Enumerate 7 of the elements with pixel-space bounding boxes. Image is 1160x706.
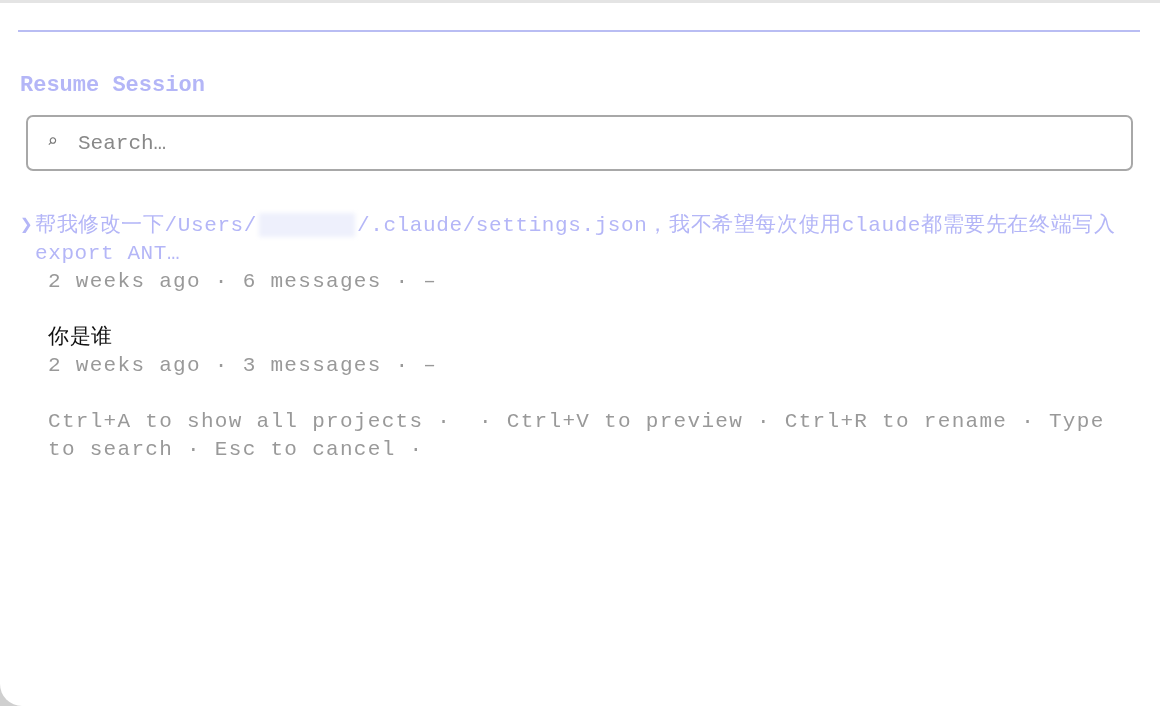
session-meta: 2 weeks ago · 3 messages · – bbox=[48, 353, 439, 379]
search-icon: ⌕ bbox=[47, 130, 58, 154]
session-meta: 2 weeks ago · 6 messages · – bbox=[48, 269, 439, 295]
panel-title: Resume Session bbox=[20, 72, 206, 100]
keyboard-hints: Ctrl+A to show all projects · · Ctrl+V to preview · Ctrl+R to rename · Type to search · Esc to cancel · bbox=[48, 409, 1106, 463]
selection-pointer: ❯ bbox=[20, 213, 34, 239]
session-title[interactable]: 你是谁 bbox=[48, 324, 113, 352]
